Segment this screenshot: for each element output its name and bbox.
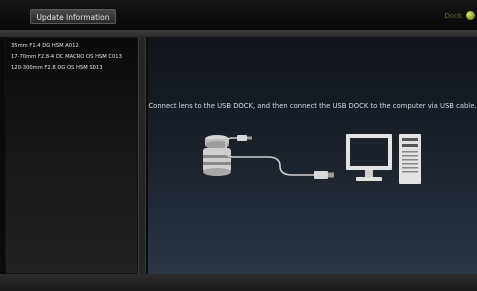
update-information-button[interactable]: Update Information [30,9,116,24]
lens-list-item[interactable]: 120-300mm F2.8 DG OS HSM S013 [11,63,103,73]
bottom-status-bar [0,274,477,291]
toolbar-divider [0,30,477,37]
dock-status-label: Dock [444,12,462,20]
lens-list: 35mm F1.4 DG HSM A012 17-70mm F2.8-4 DC … [5,37,138,274]
top-toolbar: Update Information Dock [0,0,477,30]
connection-diagram [203,134,421,184]
lens-list-item[interactable]: 35mm F1.4 DG HSM A012 [11,41,79,51]
computer-tower-icon [399,134,421,184]
usb-cable-icon [225,135,334,179]
connection-instruction-panel: Connect lens to the USB DOCK, and then c… [148,37,477,274]
monitor-icon [346,134,392,181]
connection-instruction-text: Connect lens to the USB DOCK, and then c… [148,102,477,110]
dock-status-led-icon [466,11,475,20]
app-window: Update Information Dock 35mm F1.4 DG HSM… [0,0,477,291]
lens-list-scrollbar[interactable] [138,37,146,274]
lens-list-item[interactable]: 17-70mm F2.8-4 DC MACRO OS HSM C013 [11,52,122,62]
